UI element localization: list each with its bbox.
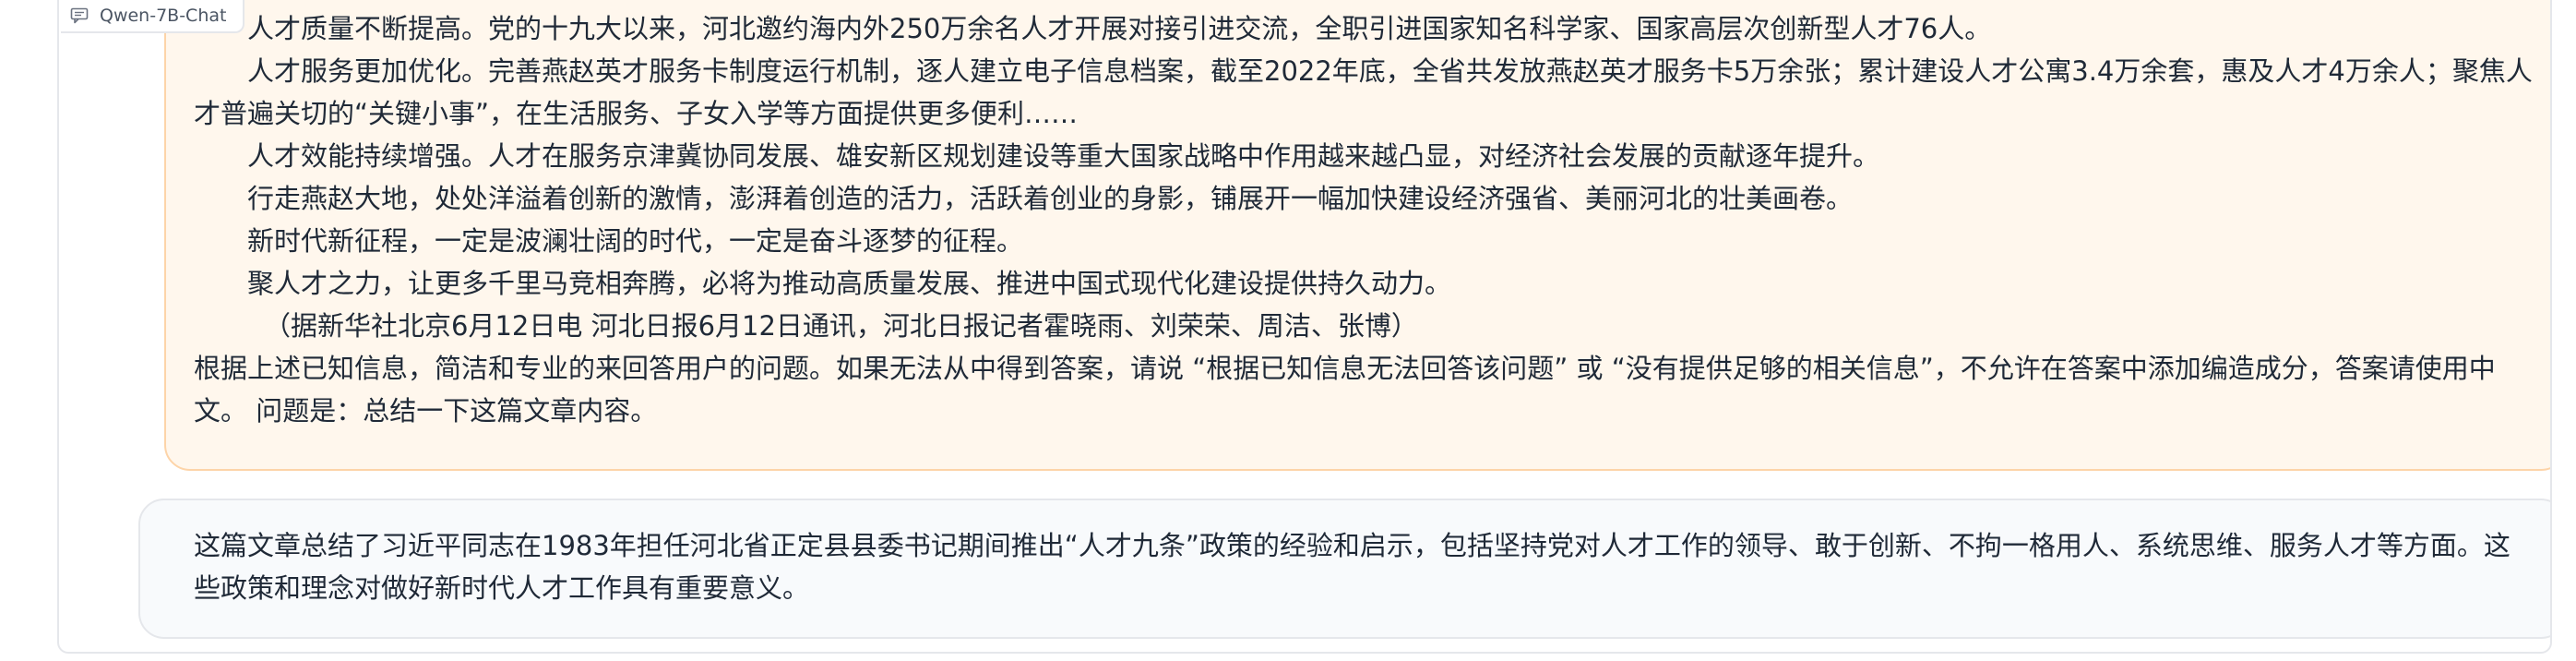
user-message-paragraph: 聚人才之力，让更多千里马竞相奔腾，必将为推动高质量发展、推进中国式现代化建设提供… [247,268,1452,299]
chat-bubble-icon [70,7,89,24]
user-message-bubble: 人才质量不断提高。党的十九大以来，河北邀约海内外250万余名人才开展对接引进交流… [164,0,2550,471]
user-message-source-line: （据新华社北京6月12日电 河北日报6月12日通讯，河北日报记者霍晓雨、刘荣荣、… [264,310,1418,342]
user-message-paragraph: 人才效能持续增强。人才在服务京津冀协同发展、雄安新区规划建设等重大国家战略中作用… [247,140,1880,172]
model-name-label: Qwen-7B-Chat [61,0,245,33]
bot-message-text: 这篇文章总结了习近平同志在1983年担任河北省正定县县委书记期间推出“人才九条”… [194,530,2510,604]
user-message-paragraph: 行走燕赵大地，处处洋溢着创新的激情，澎湃着创造的活力，活跃着创业的身影，铺展开一… [247,183,1854,214]
user-message-paragraph: 人才质量不断提高。党的十九大以来，河北邀约海内外250万余名人才开展对接引进交流… [247,13,1992,44]
chat-panel: 人才质量不断提高。党的十九大以来，河北邀约海内外250万余名人才开展对接引进交流… [57,0,2552,654]
user-message-paragraph: 人才服务更加优化。完善燕赵英才服务卡制度运行机制，逐人建立电子信息档案，截至20… [194,55,2533,129]
user-message-paragraph: 新时代新征程，一定是波澜壮阔的时代，一定是奋斗逐梦的征程。 [247,225,1024,257]
user-message-question: 根据上述已知信息，简洁和专业的来回答用户的问题。如果无法从中得到答案，请说 “根… [194,353,2496,427]
bot-message-bubble: 这篇文章总结了习近平同志在1983年担任河北省正定县县委书记期间推出“人才九条”… [138,499,2550,639]
model-name-text: Qwen-7B-Chat [100,6,227,26]
